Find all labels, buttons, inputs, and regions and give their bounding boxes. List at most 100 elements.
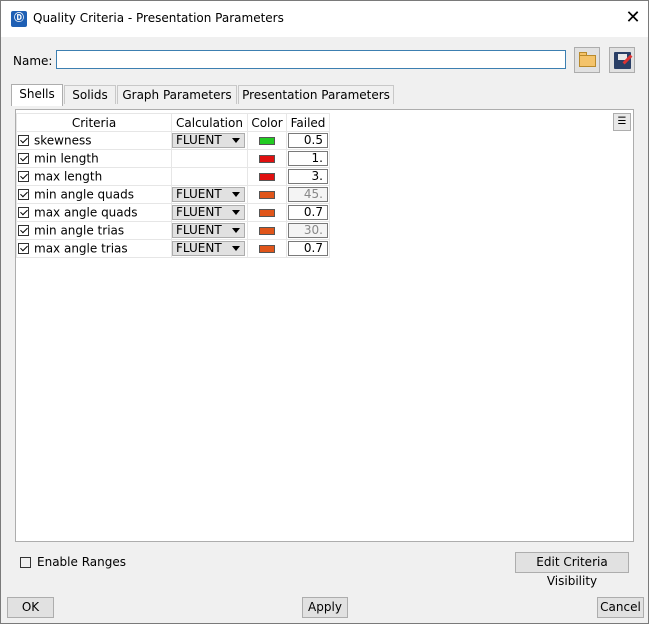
color-swatch[interactable]	[259, 208, 275, 217]
header-calculation[interactable]: Calculation	[171, 113, 248, 132]
app-logo-icon: Ⓓ	[11, 11, 27, 27]
chevron-down-icon	[232, 246, 240, 251]
calculation-dropdown[interactable]: FLUENT	[172, 133, 245, 148]
color-swatch[interactable]	[259, 136, 275, 145]
failed-cell: 45.	[286, 185, 330, 204]
criteria-label: skewness	[34, 133, 92, 148]
criteria-cell: max length	[16, 167, 172, 186]
criteria-checkbox[interactable]	[18, 207, 29, 219]
calculation-value: FLUENT	[176, 223, 222, 237]
open-folder-button[interactable]	[574, 47, 600, 73]
color-swatch[interactable]	[259, 190, 275, 199]
color-swatch[interactable]	[259, 226, 275, 235]
criteria-cell: min length	[16, 149, 172, 168]
calculation-value: FLUENT	[176, 241, 222, 255]
calculation-cell: FLUENT	[171, 203, 248, 222]
enable-ranges-option[interactable]: Enable Ranges	[19, 555, 126, 569]
tab-shells[interactable]: Shells	[11, 84, 63, 106]
criteria-table-body: skewness FLUENT 0.5 min length 1. max length 3…	[16, 131, 330, 258]
criteria-panel: ☰ Criteria Calculation Color Failed skew…	[15, 109, 634, 542]
criteria-checkbox[interactable]	[18, 189, 29, 201]
dialog-window: Ⓓ Quality Criteria - Presentation Parame…	[0, 0, 649, 624]
failed-value-input[interactable]: 1.	[288, 151, 328, 166]
criteria-cell: min angle trias	[16, 221, 172, 240]
calculation-value: FLUENT	[176, 187, 222, 201]
criteria-cell: skewness	[16, 131, 172, 150]
cancel-button[interactable]: Cancel	[597, 597, 644, 618]
failed-value-input[interactable]: 45.	[288, 187, 328, 202]
calculation-cell: FLUENT	[171, 185, 248, 204]
criteria-checkbox[interactable]	[18, 225, 29, 237]
criteria-cell: min angle quads	[16, 185, 172, 204]
enable-ranges-checkbox[interactable]	[20, 557, 31, 568]
criteria-cell: max angle quads	[16, 203, 172, 222]
failed-value-input[interactable]: 0.7	[288, 205, 328, 220]
header-color[interactable]: Color	[247, 113, 287, 132]
table-row[interactable]: min angle quads FLUENT 45.	[16, 185, 330, 204]
color-cell	[247, 167, 287, 186]
color-swatch[interactable]	[259, 154, 275, 163]
calculation-dropdown[interactable]: FLUENT	[172, 187, 245, 202]
color-cell	[247, 239, 287, 258]
failed-cell: 1.	[286, 149, 330, 168]
failed-value-input[interactable]: 3.	[288, 169, 328, 184]
folder-icon	[579, 55, 596, 67]
window-title: Quality Criteria - Presentation Paramete…	[33, 11, 284, 25]
calculation-cell	[171, 167, 248, 186]
failed-cell: 0.5	[286, 131, 330, 150]
failed-value-input[interactable]: 0.5	[288, 133, 328, 148]
table-row[interactable]: min angle trias FLUENT 30.	[16, 221, 330, 240]
tab-graph-parameters[interactable]: Graph Parameters	[117, 85, 237, 104]
column-options-icon[interactable]: ☰	[613, 113, 631, 131]
ok-button[interactable]: OK	[7, 597, 54, 618]
calculation-dropdown[interactable]: FLUENT	[172, 205, 245, 220]
save-button[interactable]	[609, 47, 635, 73]
color-cell	[247, 185, 287, 204]
title-bar: Ⓓ Quality Criteria - Presentation Parame…	[1, 1, 648, 37]
color-cell	[247, 203, 287, 222]
table-row[interactable]: max length 3.	[16, 167, 330, 186]
criteria-label: max length	[34, 169, 103, 184]
apply-button[interactable]: Apply	[302, 597, 348, 618]
tab-solids[interactable]: Solids	[64, 85, 116, 104]
chevron-down-icon	[232, 192, 240, 197]
criteria-label: min length	[34, 151, 99, 166]
header-criteria[interactable]: Criteria	[16, 113, 172, 132]
edit-criteria-visibility-button[interactable]: Edit Criteria Visibility	[515, 552, 629, 588]
chevron-down-icon	[232, 138, 240, 143]
calculation-cell: FLUENT	[171, 131, 248, 150]
calculation-cell: FLUENT	[171, 221, 248, 240]
enable-ranges-label: Enable Ranges	[37, 555, 126, 569]
name-label: Name:	[13, 54, 53, 68]
color-cell	[247, 149, 287, 168]
color-cell	[247, 131, 287, 150]
table-row[interactable]: skewness FLUENT 0.5	[16, 131, 330, 150]
calculation-dropdown[interactable]: FLUENT	[172, 241, 245, 256]
name-input[interactable]	[56, 50, 566, 69]
criteria-checkbox[interactable]	[18, 171, 29, 183]
calculation-dropdown[interactable]: FLUENT	[172, 223, 245, 238]
color-swatch[interactable]	[259, 244, 275, 253]
table-row[interactable]: max angle quads FLUENT 0.7	[16, 203, 330, 222]
calculation-cell: FLUENT	[171, 239, 248, 258]
color-cell	[247, 221, 287, 240]
table-row[interactable]: max angle trias FLUENT 0.7	[16, 239, 330, 258]
criteria-label: min angle trias	[34, 223, 125, 238]
color-swatch[interactable]	[259, 172, 275, 181]
criteria-checkbox[interactable]	[18, 243, 29, 255]
criteria-label: max angle trias	[34, 241, 128, 256]
calculation-cell	[171, 149, 248, 168]
criteria-checkbox[interactable]	[18, 135, 29, 147]
header-failed[interactable]: Failed	[286, 113, 330, 132]
failed-cell: 3.	[286, 167, 330, 186]
failed-value-input[interactable]: 0.7	[288, 241, 328, 256]
failed-value-input[interactable]: 30.	[288, 223, 328, 238]
criteria-checkbox[interactable]	[18, 153, 29, 165]
tab-presentation-parameters[interactable]: Presentation Parameters	[238, 85, 394, 104]
chevron-down-icon	[232, 228, 240, 233]
calculation-value: FLUENT	[176, 133, 222, 147]
table-row[interactable]: min length 1.	[16, 149, 330, 168]
failed-cell: 30.	[286, 221, 330, 240]
close-icon[interactable]: ✕	[623, 8, 643, 28]
criteria-cell: max angle trias	[16, 239, 172, 258]
